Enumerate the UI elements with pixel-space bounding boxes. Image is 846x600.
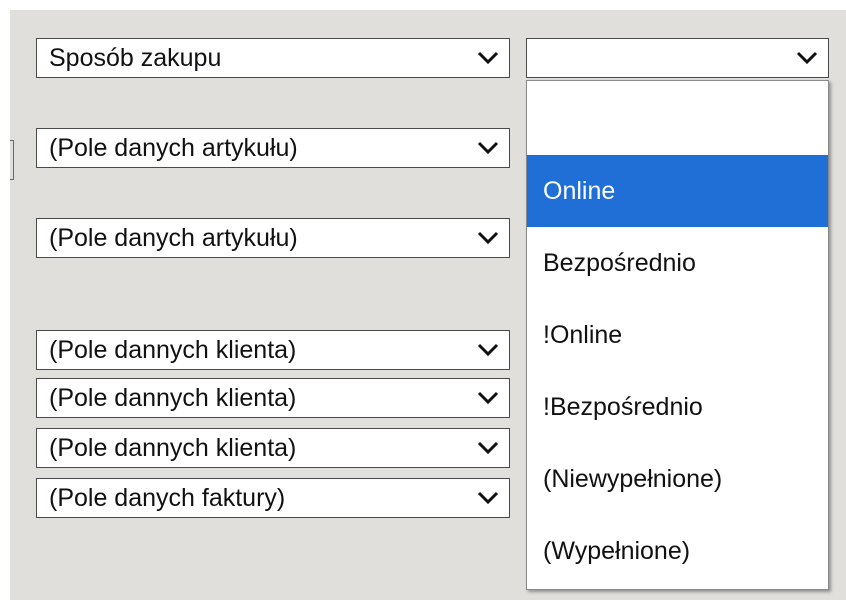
field-select-7[interactable]: (Pole danych faktury) bbox=[36, 478, 510, 518]
field-select-6[interactable]: (Pole dannych klienta) bbox=[36, 428, 510, 468]
field-select-3[interactable]: (Pole danych artykułu) bbox=[36, 218, 510, 258]
field-select-2[interactable]: (Pole danych artykułu) bbox=[36, 128, 510, 168]
field-select-label: (Pole dannych klienta) bbox=[49, 383, 297, 412]
value-select[interactable] bbox=[526, 38, 829, 78]
field-select-5[interactable]: (Pole dannych klienta) bbox=[36, 378, 510, 418]
field-select-label: (Pole dannych klienta) bbox=[49, 335, 297, 364]
left-edge-control bbox=[10, 140, 14, 180]
chevron-down-icon bbox=[790, 44, 824, 72]
option-label: (Niewypełnione) bbox=[543, 464, 723, 493]
dropdown-option-wypelnione[interactable]: (Wypełnione) bbox=[527, 515, 828, 587]
chevron-down-icon bbox=[471, 434, 505, 462]
chevron-down-icon bbox=[471, 224, 505, 252]
field-select-label: Sposób zakupu bbox=[49, 43, 222, 72]
option-label: Online bbox=[543, 176, 616, 205]
field-select-label: (Pole danych artykułu) bbox=[49, 223, 298, 252]
dropdown-option-not-bezposrednio[interactable]: !Bezpośrednio bbox=[527, 371, 828, 443]
option-label: !Online bbox=[543, 320, 623, 349]
chevron-down-icon bbox=[471, 384, 505, 412]
chevron-down-icon bbox=[471, 44, 505, 72]
field-select-label: (Pole danych faktury) bbox=[49, 483, 286, 512]
field-select-1[interactable]: Sposób zakupu bbox=[36, 38, 510, 78]
field-select-4[interactable]: (Pole dannych klienta) bbox=[36, 330, 510, 370]
dropdown-option-not-online[interactable]: !Online bbox=[527, 299, 828, 371]
dropdown-option-niewypelnione[interactable]: (Niewypełnione) bbox=[527, 443, 828, 515]
option-label: (Wypełnione) bbox=[543, 536, 691, 565]
chevron-down-icon bbox=[471, 134, 505, 162]
chevron-down-icon bbox=[471, 484, 505, 512]
option-label: Bezpośrednio bbox=[543, 248, 696, 277]
value-dropdown-list: Online Bezpośrednio !Online !Bezpośredni… bbox=[526, 80, 829, 590]
option-label: !Bezpośrednio bbox=[543, 392, 703, 421]
field-select-label: (Pole danych artykułu) bbox=[49, 133, 298, 162]
dropdown-option-online[interactable]: Online bbox=[527, 155, 828, 227]
field-select-label: (Pole dannych klienta) bbox=[49, 433, 297, 462]
dropdown-option-empty[interactable] bbox=[527, 81, 828, 153]
chevron-down-icon bbox=[471, 336, 505, 364]
dropdown-option-bezposrednio[interactable]: Bezpośrednio bbox=[527, 227, 828, 299]
